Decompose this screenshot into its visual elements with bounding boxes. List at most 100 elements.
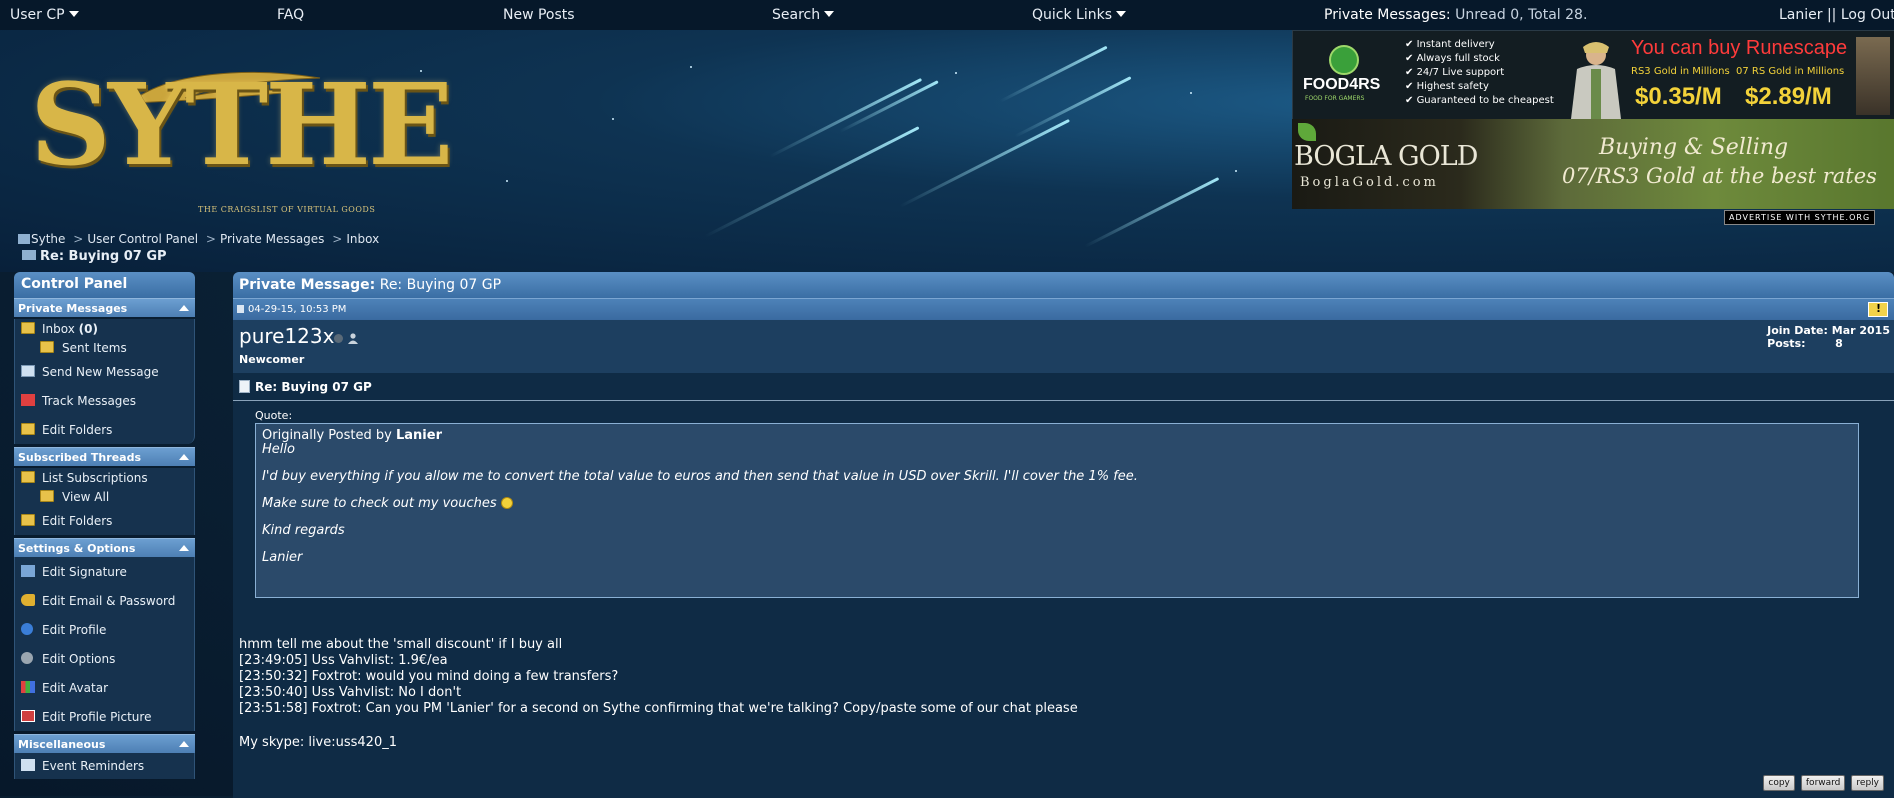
breadcrumb-user-control-panel[interactable]: User Control Panel <box>87 232 198 246</box>
chevron-down-icon <box>824 11 835 17</box>
sidebar-item-send-new-message[interactable]: Send New Message <box>15 357 194 386</box>
star <box>612 118 614 120</box>
sidebar-item-edit-email-password[interactable]: Edit Email & Password <box>15 586 194 615</box>
message-line: hmm tell me about the 'small discount' i… <box>239 637 563 652</box>
sidebar-item-edit-profile[interactable]: Edit Profile <box>15 615 194 644</box>
sidebar-item-edit-options[interactable]: Edit Options <box>15 644 194 673</box>
search-label: Search <box>772 7 821 23</box>
page-title: Re: Buying 07 GP <box>22 249 167 264</box>
section-title: Subscribed Threads <box>18 451 141 464</box>
sidebar-item-edit-folders-subscriptions[interactable]: Edit Folders <box>15 506 194 535</box>
food4rs-emblem-icon <box>1329 45 1359 75</box>
section-title: Private Messages <box>18 302 128 315</box>
feature-item: ✔ Always full stock <box>1405 53 1500 64</box>
sidebar-item-edit-folders[interactable]: Edit Folders <box>15 415 194 444</box>
breadcrumb-inbox[interactable]: Inbox <box>346 232 379 246</box>
collapse-icon[interactable] <box>179 545 189 551</box>
message-line: [23:50:40] Uss Vahvlist: No I don't <box>239 685 462 700</box>
folder-tree-icon <box>22 250 36 260</box>
section-body: Inbox (0) Sent Items Send New Message Tr… <box>14 319 195 444</box>
sidebar-item-inbox[interactable]: Inbox (0) <box>15 319 194 338</box>
collapse-icon[interactable] <box>179 741 189 747</box>
gear-icon <box>21 652 33 664</box>
edit-avatar-label: Edit Avatar <box>42 681 109 695</box>
advertise-button[interactable]: ADVERTISE WITH SYTHE.ORG <box>1724 210 1876 225</box>
post-actions: copy forward reply <box>1757 775 1884 791</box>
feature-item: ✔ Guaranteed to be cheapest <box>1405 95 1554 106</box>
breadcrumb-sythe[interactable]: Sythe <box>31 232 65 246</box>
quick-links-menu[interactable]: Quick Links <box>1032 7 1127 23</box>
post-body: Re: Buying 07 GP Quote: Originally Poste… <box>233 373 1894 798</box>
food4rs-headline: You can buy Runescape <box>1631 37 1848 59</box>
edit-profile-label: Edit Profile <box>42 623 107 637</box>
sidebar-item-edit-avatar[interactable]: Edit Avatar <box>15 673 194 702</box>
edit-email-password-label: Edit Email & Password <box>42 594 176 608</box>
breadcrumb-private-messages[interactable]: Private Messages <box>220 232 325 246</box>
sidebar-item-list-subscriptions[interactable]: List Subscriptions <box>15 468 194 487</box>
chevron-down-icon <box>68 11 79 17</box>
list-subscriptions-label: List Subscriptions <box>42 471 148 485</box>
light-streak <box>1084 177 1220 248</box>
smiley-icon <box>500 496 513 509</box>
feature-text: Always full stock <box>1416 53 1500 64</box>
edit-options-label: Edit Options <box>42 652 116 666</box>
message-header-title: Re: Buying 07 GP <box>379 277 502 293</box>
bogla-gold-banner-ad[interactable]: BOGLA GOLD BoglaGold.com Buying & Sellin… <box>1292 119 1894 209</box>
post-user-info: pure123x Newcomer Join Date: Mar 2015 Po… <box>233 320 1894 373</box>
collapse-icon[interactable] <box>179 454 189 460</box>
control-panel-title: Control Panel <box>14 272 195 298</box>
sidebar-item-edit-signature[interactable]: Edit Signature <box>15 557 194 586</box>
edit-signature-label: Edit Signature <box>42 565 127 579</box>
avatar-grid-icon <box>21 681 35 693</box>
logo-wordmark: SYTHE <box>30 60 453 191</box>
breadcrumb-separator: > <box>73 232 84 246</box>
faq-link[interactable]: FAQ <box>277 7 304 23</box>
section-body: List Subscriptions View All Edit Folders <box>14 468 195 535</box>
feature-text: Instant delivery <box>1416 39 1495 50</box>
section-subscribed-threads[interactable]: Subscribed Threads <box>14 447 195 466</box>
section-body: Event Reminders <box>14 753 195 779</box>
document-icon <box>239 380 250 393</box>
light-streak <box>899 118 1070 208</box>
sent-items-label: Sent Items <box>62 341 127 355</box>
sidebar-item-view-all[interactable]: View All <box>15 487 194 506</box>
user-rank: Newcomer <box>239 353 305 366</box>
signature-icon <box>21 565 35 577</box>
sidebar-item-event-reminders[interactable]: Event Reminders <box>15 753 194 779</box>
message-header-label: Private Message: <box>239 277 376 293</box>
section-private-messages[interactable]: Private Messages <box>14 298 195 317</box>
collapse-icon[interactable] <box>179 305 189 311</box>
food4rs-banner-ad[interactable]: FOOD4RS FOOD FOR GAMERS ✔ Instant delive… <box>1292 30 1894 120</box>
sythe-logo[interactable]: SYTHE THE CRAIGSLIST OF VIRTUAL GOODS <box>30 60 453 220</box>
logout-link[interactable]: Log Out <box>1841 7 1894 23</box>
sidebar-item-sent-items[interactable]: Sent Items <box>15 338 194 357</box>
sidebar-item-edit-profile-picture[interactable]: Edit Profile Picture <box>15 702 194 731</box>
search-menu[interactable]: Search <box>772 7 835 23</box>
food4rs-brand: FOOD4RS <box>1303 76 1381 93</box>
copy-button[interactable]: copy <box>1763 775 1795 791</box>
new-posts-link[interactable]: New Posts <box>503 7 575 23</box>
edit-folders-label: Edit Folders <box>42 514 113 528</box>
post-username[interactable]: pure123x <box>239 324 334 348</box>
posts-label: Posts: <box>1767 337 1806 350</box>
send-new-message-label: Send New Message <box>42 365 159 379</box>
top-navbar: User CP FAQ New Posts Search Quick Links… <box>0 0 1894 31</box>
leaf-icon <box>1298 123 1316 141</box>
pm-status-label: Private Messages: <box>1324 7 1451 23</box>
report-warning-icon[interactable] <box>1868 302 1888 317</box>
pm-status-link[interactable]: Private Messages: Unread 0, Total 28. <box>1324 7 1587 23</box>
feature-text: Guaranteed to be cheapest <box>1416 95 1554 106</box>
quote-line: I'd buy everything if you allow me to co… <box>262 468 1138 484</box>
sidebar-item-track-messages[interactable]: Track Messages <box>15 386 194 415</box>
current-user-link[interactable]: Lanier <box>1779 7 1823 23</box>
control-panel-sidebar: Control Panel Private Messages Inbox (0)… <box>14 272 195 779</box>
reply-button[interactable]: reply <box>1851 775 1884 791</box>
feature-item: ✔ 24/7 Live support <box>1405 67 1505 78</box>
user-cp-menu[interactable]: User CP <box>10 7 79 23</box>
post-title: Re: Buying 07 GP <box>255 380 372 394</box>
section-miscellaneous[interactable]: Miscellaneous <box>14 734 195 753</box>
forward-button[interactable]: forward <box>1800 775 1846 791</box>
section-settings-options[interactable]: Settings & Options <box>14 538 195 557</box>
star <box>1190 92 1192 94</box>
offline-status-icon <box>334 334 343 343</box>
